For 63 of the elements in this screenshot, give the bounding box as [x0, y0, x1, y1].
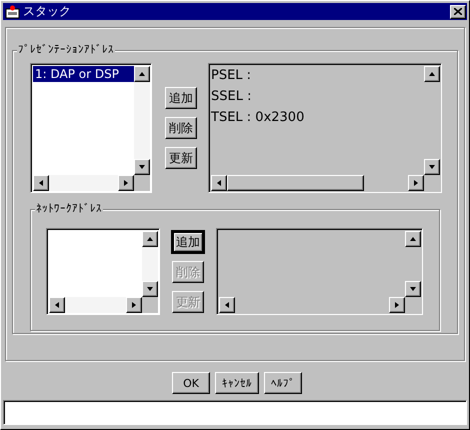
horizontal-scrollbar[interactable] — [219, 297, 405, 313]
scroll-left-button[interactable] — [211, 175, 227, 191]
address-text: TSEL : 0x2300 — [211, 109, 306, 126]
vertical-scrollbar[interactable] — [134, 66, 150, 175]
side-button[interactable]: 更新 — [165, 147, 197, 169]
dialog-button[interactable]: ｷｬﾝｾﾙ — [215, 372, 259, 394]
vertical-scrollbar[interactable] — [424, 66, 440, 175]
scrollbar-corner — [142, 297, 158, 313]
left-arrow-icon — [216, 179, 222, 187]
scroll-right-button[interactable] — [118, 175, 134, 191]
horizontal-scrollbar[interactable] — [49, 297, 142, 313]
list-item[interactable]: 1: DAP or DSP — [33, 66, 134, 82]
scroll-up-button[interactable] — [142, 231, 158, 247]
scrollbar-corner — [134, 175, 150, 191]
scroll-down-button[interactable] — [424, 159, 440, 175]
scroll-left-button[interactable] — [33, 175, 49, 191]
right-arrow-icon — [413, 179, 419, 187]
side-button[interactable]: 追加 — [165, 87, 197, 109]
scroll-left-button[interactable] — [219, 297, 235, 313]
scroll-down-button[interactable] — [134, 159, 150, 175]
window-title: スタック — [23, 3, 72, 20]
dialog-button[interactable]: ﾍﾙﾌﾟ — [264, 372, 302, 394]
up-arrow-icon — [428, 71, 436, 77]
text-area[interactable] — [216, 228, 423, 315]
vertical-scrollbar[interactable] — [405, 231, 421, 297]
scroll-left-button[interactable] — [49, 297, 65, 313]
scroll-up-button[interactable] — [424, 66, 440, 82]
close-button[interactable] — [450, 4, 466, 18]
vertical-scrollbar[interactable] — [142, 231, 158, 297]
address-text: PSEL : — [211, 67, 252, 84]
scroll-down-button[interactable] — [142, 281, 158, 297]
down-arrow-icon — [409, 286, 417, 292]
side-button[interactable]: 追加 — [172, 231, 204, 253]
address-text: SSEL : — [211, 88, 252, 105]
text-area[interactable]: PSEL : SSEL : TSEL : 0x2300 — [208, 63, 442, 193]
group-title: ﾈｯﾄﾜｰｸｱﾄﾞﾚｽ — [35, 202, 103, 216]
horizontal-scrollbar[interactable] — [33, 175, 134, 191]
right-arrow-icon — [131, 301, 137, 309]
left-arrow-icon — [38, 179, 44, 187]
list-box[interactable] — [46, 228, 160, 315]
side-button[interactable]: 削除 — [165, 117, 197, 139]
list-box[interactable]: 1: DAP or DSP — [30, 63, 152, 193]
scroll-up-button[interactable] — [405, 231, 421, 247]
scroll-right-button[interactable] — [408, 175, 424, 191]
left-arrow-icon — [54, 301, 60, 309]
right-arrow-icon — [394, 301, 400, 309]
dialog-button[interactable]: OK — [172, 372, 210, 394]
horizontal-scrollbar[interactable] — [211, 175, 424, 191]
left-arrow-icon — [224, 301, 230, 309]
down-arrow-icon — [428, 164, 436, 170]
app-icon — [5, 4, 20, 18]
right-arrow-icon — [123, 179, 129, 187]
up-arrow-icon — [146, 236, 154, 242]
up-arrow-icon — [409, 236, 417, 242]
up-arrow-icon — [138, 71, 146, 77]
scroll-right-button[interactable] — [389, 297, 405, 313]
down-arrow-icon — [138, 164, 146, 170]
close-icon — [454, 8, 462, 15]
scroll-up-button[interactable] — [134, 66, 150, 82]
scroll-right-button[interactable] — [126, 297, 142, 313]
scrollbar-thumb[interactable] — [227, 175, 364, 191]
scroll-down-button[interactable] — [405, 281, 421, 297]
down-arrow-icon — [146, 286, 154, 292]
